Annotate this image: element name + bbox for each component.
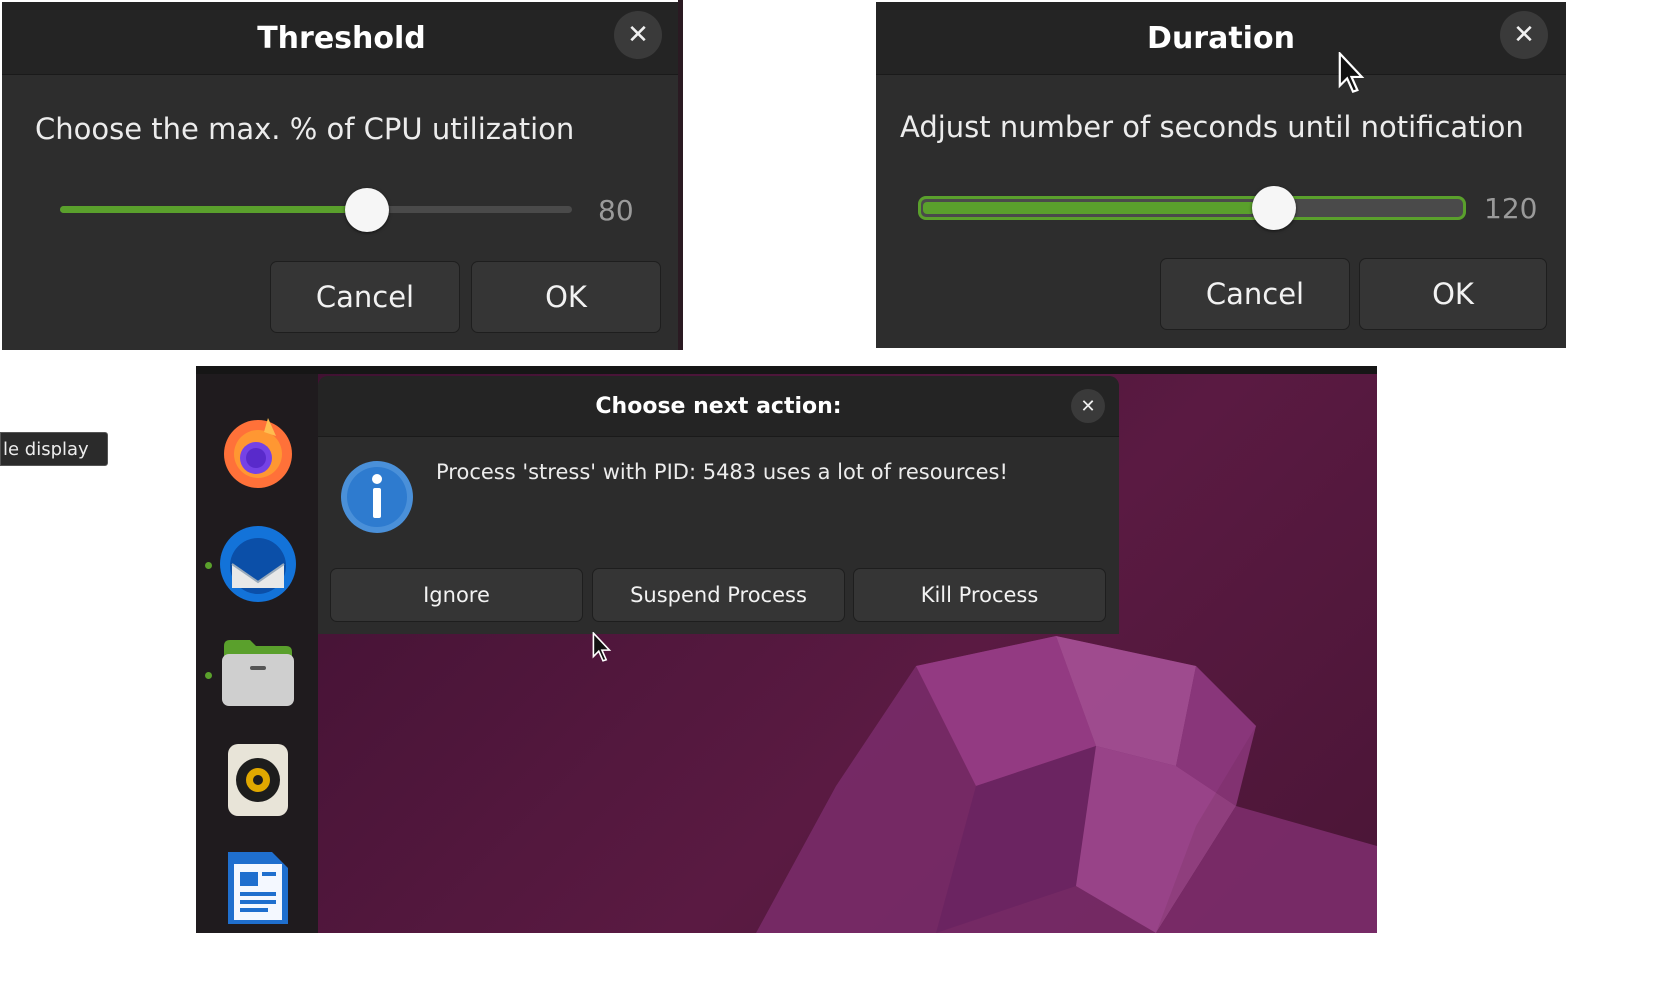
action-message: Process 'stress' with PID: 5483 uses a l… bbox=[436, 460, 1008, 484]
close-icon: ✕ bbox=[1513, 20, 1535, 50]
duration-slider-knob[interactable] bbox=[1252, 186, 1297, 230]
ignore-button[interactable]: Ignore bbox=[330, 568, 583, 622]
threshold-prompt: Choose the max. % of CPU utilization bbox=[35, 112, 575, 146]
info-icon bbox=[341, 461, 413, 533]
threshold-titlebar: Threshold bbox=[2, 2, 681, 75]
writer-icon[interactable] bbox=[226, 850, 290, 926]
dock bbox=[196, 374, 318, 933]
threshold-window-edge bbox=[678, 0, 683, 350]
kill-label: Kill Process bbox=[920, 583, 1039, 607]
threshold-slider-knob[interactable] bbox=[345, 188, 390, 232]
ok-label: OK bbox=[545, 280, 587, 314]
duration-cancel-button[interactable]: Cancel bbox=[1160, 258, 1350, 330]
mouse-cursor-icon bbox=[1338, 52, 1365, 93]
threshold-title: Threshold bbox=[257, 20, 426, 56]
threshold-cancel-button[interactable]: Cancel bbox=[270, 261, 460, 333]
duration-titlebar: Duration bbox=[876, 2, 1566, 75]
duration-dialog: Duration ✕ Adjust number of seconds unti… bbox=[876, 2, 1566, 348]
running-indicator bbox=[205, 672, 212, 679]
kill-process-button[interactable]: Kill Process bbox=[853, 568, 1106, 622]
action-dialog: Choose next action: ✕ Process 'stress' w… bbox=[318, 376, 1119, 634]
threshold-slider[interactable] bbox=[60, 188, 572, 232]
cancel-label: Cancel bbox=[315, 280, 415, 314]
duration-slider[interactable] bbox=[918, 186, 1466, 230]
threshold-slider-fill bbox=[60, 206, 368, 213]
cancel-label: Cancel bbox=[1205, 277, 1305, 311]
action-title: Choose next action: bbox=[595, 393, 842, 419]
threshold-close-button[interactable]: ✕ bbox=[614, 11, 662, 59]
duration-value: 120 bbox=[1484, 192, 1538, 225]
firefox-icon[interactable] bbox=[220, 414, 296, 490]
ignore-label: Ignore bbox=[423, 583, 490, 607]
duration-ok-button[interactable]: OK bbox=[1359, 258, 1547, 330]
running-indicator bbox=[205, 562, 212, 569]
action-close-button[interactable]: ✕ bbox=[1071, 389, 1105, 423]
desktop-screen: Choose next action: ✕ Process 'stress' w… bbox=[196, 366, 1377, 933]
threshold-value: 80 bbox=[598, 194, 634, 227]
tooltip-text: le display bbox=[3, 438, 89, 460]
action-titlebar: Choose next action: bbox=[318, 376, 1119, 437]
duration-title: Duration bbox=[1147, 20, 1295, 56]
duration-slider-fill bbox=[923, 202, 1275, 214]
duration-close-button[interactable]: ✕ bbox=[1500, 11, 1548, 59]
thunderbird-icon[interactable] bbox=[218, 524, 298, 604]
duration-prompt: Adjust number of seconds until notificat… bbox=[900, 110, 1524, 144]
ok-label: OK bbox=[1432, 277, 1474, 311]
mouse-cursor-icon bbox=[592, 632, 612, 662]
close-icon: ✕ bbox=[627, 20, 649, 50]
close-icon: ✕ bbox=[1080, 395, 1096, 417]
threshold-ok-button[interactable]: OK bbox=[471, 261, 661, 333]
tooltip: le display bbox=[0, 432, 108, 466]
files-icon[interactable] bbox=[220, 636, 296, 708]
threshold-dialog: Threshold ✕ Choose the max. % of CPU uti… bbox=[2, 2, 681, 350]
suspend-process-button[interactable]: Suspend Process bbox=[592, 568, 845, 622]
rhythmbox-icon[interactable] bbox=[226, 742, 290, 818]
suspend-label: Suspend Process bbox=[630, 583, 807, 607]
